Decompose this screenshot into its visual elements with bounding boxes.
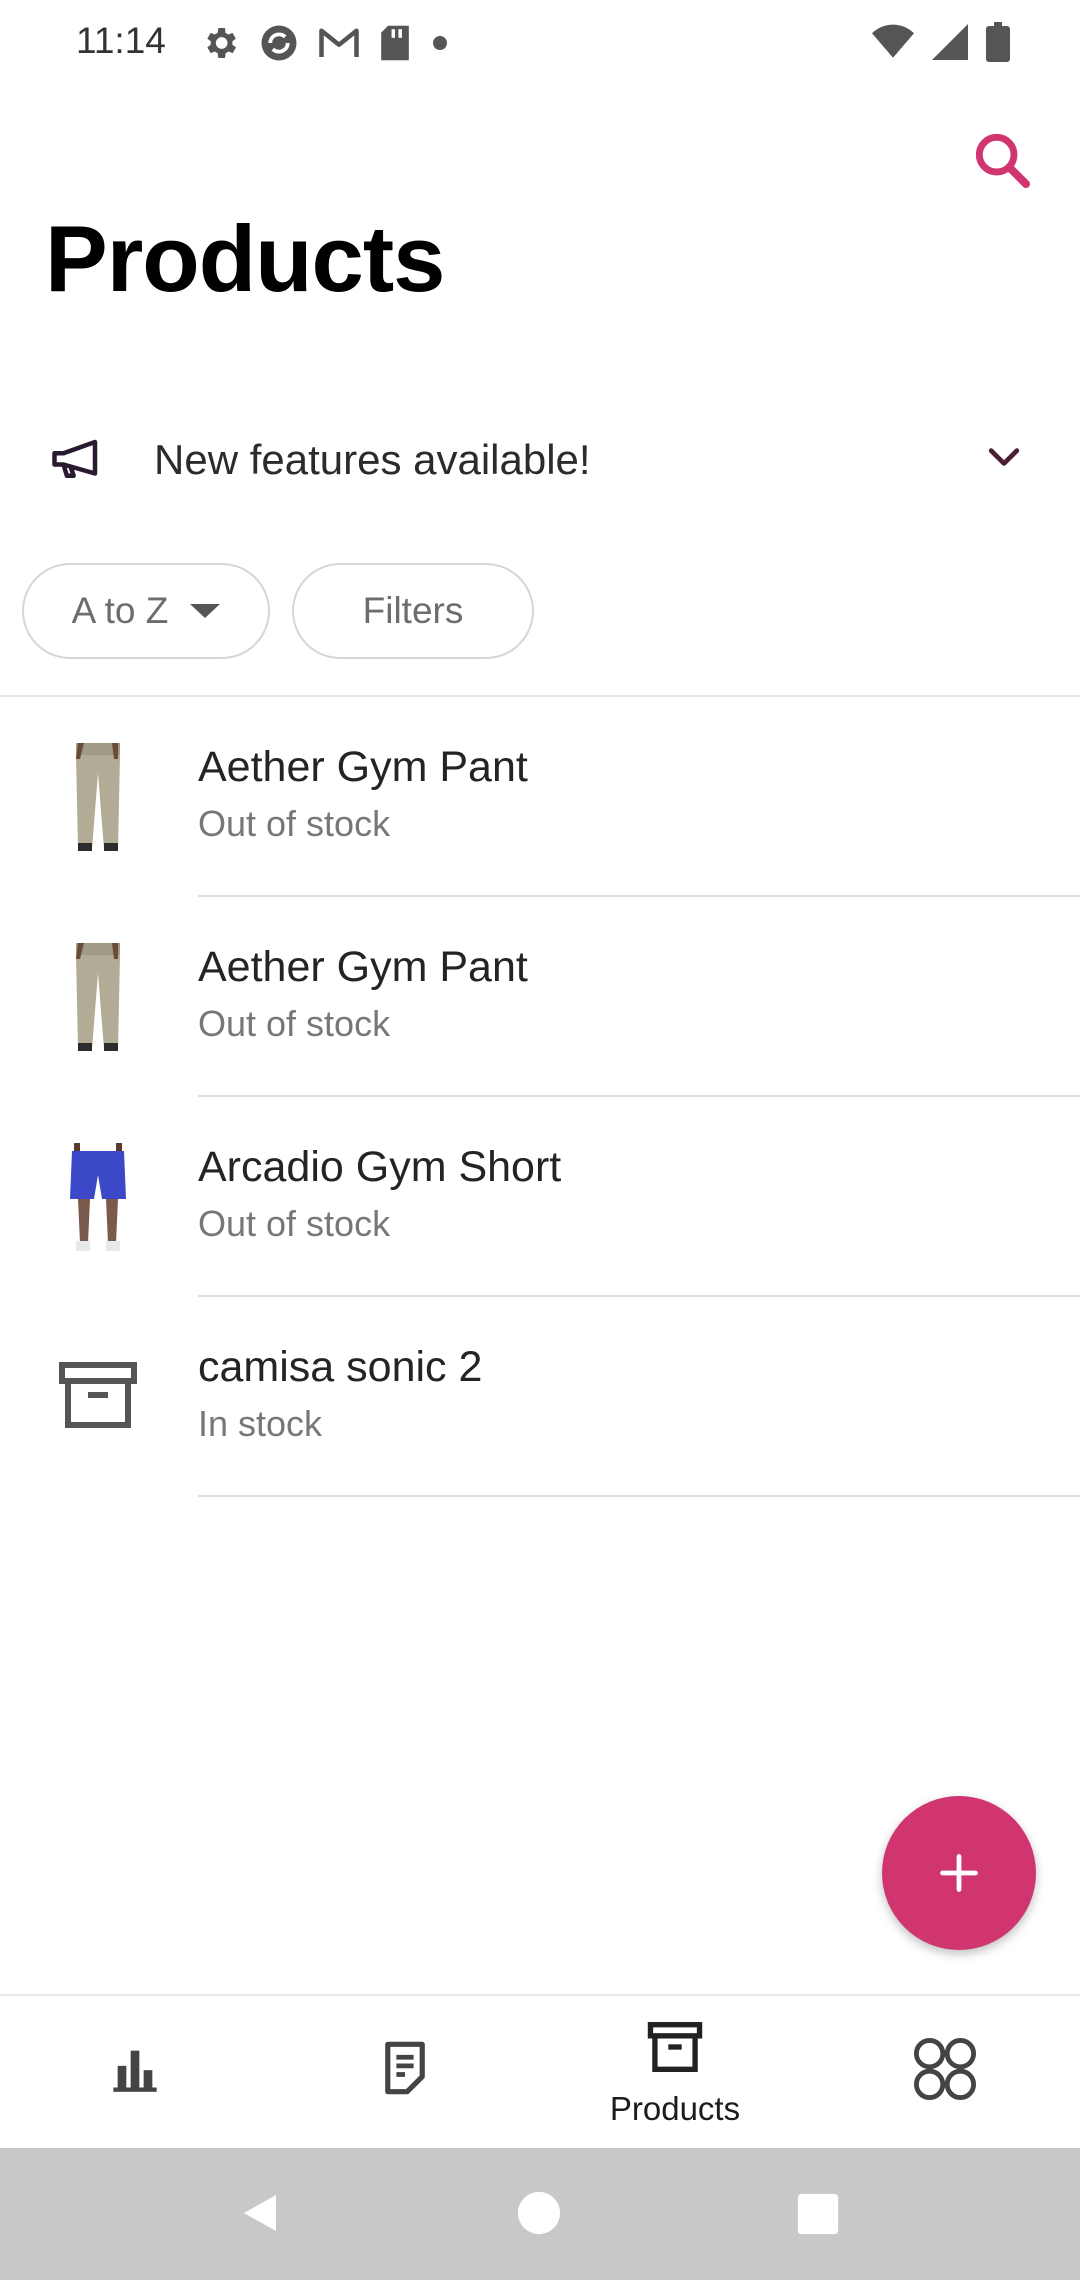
gmail-icon [319, 28, 359, 57]
pant-thumbnail [50, 943, 146, 1051]
product-stock-status: In stock [198, 1403, 323, 1444]
chevron-down-icon[interactable] [982, 436, 1026, 480]
product-name: Arcadio Gym Short [198, 1143, 562, 1191]
filters-chip[interactable]: Filters [292, 563, 534, 659]
system-navigation-bar [0, 2148, 1080, 2280]
sort-chip-label: A to Z [71, 590, 169, 631]
short-thumbnail [50, 1143, 146, 1251]
product-stock-status: Out of stock [198, 803, 391, 844]
search-button[interactable] [970, 128, 1034, 192]
product-stock-status: Out of stock [198, 1003, 391, 1044]
sd-card-icon [381, 25, 409, 61]
battery-icon [986, 22, 1010, 62]
product-list-item[interactable]: camisa sonic 2 In stock [0, 1297, 1080, 1497]
banner-text: New features available! [154, 436, 591, 483]
item-divider [198, 1495, 1080, 1497]
signal-icon [932, 24, 968, 60]
dot-icon [433, 36, 447, 50]
nav-item-menu[interactable] [810, 1996, 1080, 2148]
search-icon [975, 133, 1030, 188]
wifi-icon [872, 24, 914, 58]
megaphone-icon [52, 439, 98, 478]
pant-thumbnail [50, 743, 146, 851]
bar-chart-icon [113, 2050, 157, 2092]
orders-icon [385, 2041, 425, 2095]
add-product-button[interactable] [882, 1796, 1036, 1950]
product-list-item[interactable]: Aether Gym Pant Out of stock [0, 697, 1080, 897]
grid-icon [913, 2037, 977, 2101]
product-name: Aether Gym Pant [198, 943, 528, 991]
filters-chip-label: Filters [362, 590, 464, 631]
status-time: 11:14 [76, 20, 166, 61]
new-features-banner[interactable]: New features available! [0, 410, 1080, 510]
nav-item-dashboard[interactable] [0, 1996, 270, 2148]
product-name: camisa sonic 2 [198, 1343, 483, 1391]
nav-item-products[interactable]: Products [540, 1996, 810, 2148]
back-icon[interactable] [236, 2188, 284, 2238]
status-system-icons [872, 22, 1010, 62]
page-title: Products [45, 206, 445, 311]
bottom-navigation: Products [0, 1994, 1080, 2148]
product-list-item[interactable]: Aether Gym Pant Out of stock [0, 897, 1080, 1097]
settings-icon [207, 28, 236, 58]
sort-chip[interactable]: A to Z [22, 563, 270, 659]
archive-placeholder-icon [59, 1362, 137, 1428]
product-name: Aether Gym Pant [198, 743, 528, 791]
plus-icon [940, 1854, 978, 1892]
archive-icon [647, 2022, 703, 2072]
home-icon[interactable] [516, 2190, 562, 2236]
nav-item-orders[interactable] [270, 1996, 540, 2148]
product-stock-status: Out of stock [198, 1203, 391, 1244]
sync-icon [261, 25, 297, 61]
dropdown-arrow-icon [190, 604, 221, 618]
status-notification-icons [200, 22, 450, 64]
status-bar: 11:14 [0, 0, 1080, 88]
product-list-item[interactable]: Arcadio Gym Short Out of stock [0, 1097, 1080, 1297]
recents-icon[interactable] [796, 2192, 840, 2236]
nav-label-products: Products [609, 2090, 741, 2127]
